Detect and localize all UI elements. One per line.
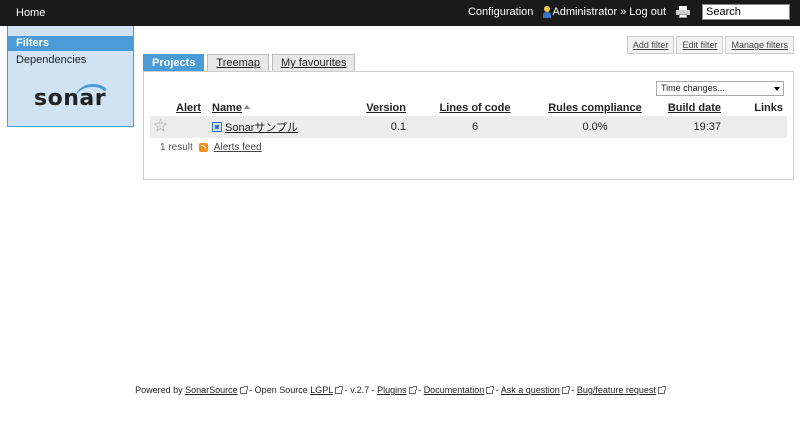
alerts-feed-link[interactable]: Alerts feed: [214, 142, 262, 153]
project-link[interactable]: Sonarサンプル: [225, 122, 298, 134]
external-link-icon: [561, 386, 570, 394]
build-date-cell: 19:37: [693, 121, 721, 133]
sidebar-item-filters[interactable]: Filters: [8, 36, 133, 51]
tab-my-favourites[interactable]: My favourites: [272, 54, 356, 71]
view-tabs: Projects Treemap My favourites: [143, 54, 356, 71]
rules-cell: 0.0%: [582, 121, 608, 133]
alert-cell: [172, 116, 208, 138]
projects-table: Alert Name Version Lines of code Rules c…: [150, 100, 787, 138]
header-build-date[interactable]: Build date: [650, 100, 725, 116]
configuration-link[interactable]: Configuration: [468, 6, 533, 18]
chevron-down-icon: [774, 87, 780, 91]
header-rules-compliance[interactable]: Rules compliance: [540, 100, 650, 116]
user-icon: [543, 6, 552, 18]
favourite-col-header: [150, 100, 172, 116]
footer-documentation-link[interactable]: Documentation: [424, 385, 485, 395]
edit-filter-button[interactable]: Edit filter: [676, 36, 724, 54]
footer-bug-request-link[interactable]: Bug/feature request: [577, 385, 656, 395]
manage-filters-button[interactable]: Manage filters: [725, 36, 794, 54]
external-link-icon: [239, 386, 248, 394]
filter-actions: Add filter Edit filter Manage filters: [625, 36, 794, 54]
header-lines-of-code[interactable]: Lines of code: [410, 100, 540, 116]
star-icon[interactable]: [154, 119, 167, 132]
sonar-logo: sonar: [34, 86, 107, 111]
top-navigation-bar: Home Configuration Administrator » Log o…: [0, 0, 800, 26]
header-links: Links: [754, 102, 783, 114]
project-icon: [212, 122, 222, 132]
time-changes-value: Time changes...: [661, 83, 725, 93]
sidebar-item-dependencies[interactable]: Dependencies: [16, 54, 86, 66]
footer-version: - v.2.7 -: [344, 385, 375, 395]
footer-open-source: - Open Source: [249, 385, 308, 395]
footer-dash: -: [418, 385, 422, 395]
footer: Powered by SonarSource - Open Source LGP…: [0, 385, 800, 395]
projects-panel: Time changes... Alert Name Version Lines…: [143, 71, 794, 180]
search-input[interactable]: [702, 4, 790, 20]
table-row: Sonarサンプル 0.1 6 0.0% 19:37: [150, 116, 787, 138]
sidebar: Filters Dependencies sonar: [7, 26, 134, 127]
logout-link[interactable]: Log out: [629, 6, 666, 18]
user-menu: Administrator » Log out: [543, 6, 666, 18]
add-filter-button[interactable]: Add filter: [626, 36, 675, 54]
tab-treemap[interactable]: Treemap: [207, 54, 270, 71]
footer-dash: -: [495, 385, 499, 395]
footer-ask-question-link[interactable]: Ask a question: [501, 385, 560, 395]
name-cell: Sonarサンプル: [208, 116, 350, 138]
footer-sonarsource-link[interactable]: SonarSource: [185, 385, 238, 395]
footer-lgpl-link[interactable]: LGPL: [310, 385, 333, 395]
version-cell: 0.1: [390, 121, 406, 133]
result-summary: 1 result Alerts feed: [160, 142, 262, 153]
home-link[interactable]: Home: [16, 7, 45, 19]
loc-cell: 6: [471, 121, 479, 133]
topbar-right-group: Configuration Administrator » Log out: [468, 4, 790, 20]
external-link-icon: [335, 386, 344, 394]
header-version[interactable]: Version: [350, 100, 410, 116]
tab-projects[interactable]: Projects: [143, 54, 205, 71]
time-changes-select[interactable]: Time changes...: [656, 81, 784, 96]
user-name: Administrator: [552, 6, 618, 18]
footer-plugins-link[interactable]: Plugins: [377, 385, 407, 395]
footer-dash: -: [571, 385, 575, 395]
print-icon[interactable]: [676, 6, 690, 18]
rss-icon: [198, 143, 208, 152]
external-link-icon: [486, 386, 495, 394]
links-cell: [725, 116, 787, 138]
header-name-label: Name: [212, 102, 242, 114]
sort-asc-icon: [243, 105, 250, 109]
header-alert[interactable]: Alert: [172, 100, 208, 116]
favourite-cell: [150, 116, 172, 138]
external-link-icon: [408, 386, 417, 394]
header-name[interactable]: Name: [208, 100, 350, 116]
footer-powered: Powered by: [135, 385, 183, 395]
separator: »: [620, 6, 627, 18]
external-link-icon: [657, 386, 666, 394]
result-count: 1 result: [160, 142, 193, 153]
